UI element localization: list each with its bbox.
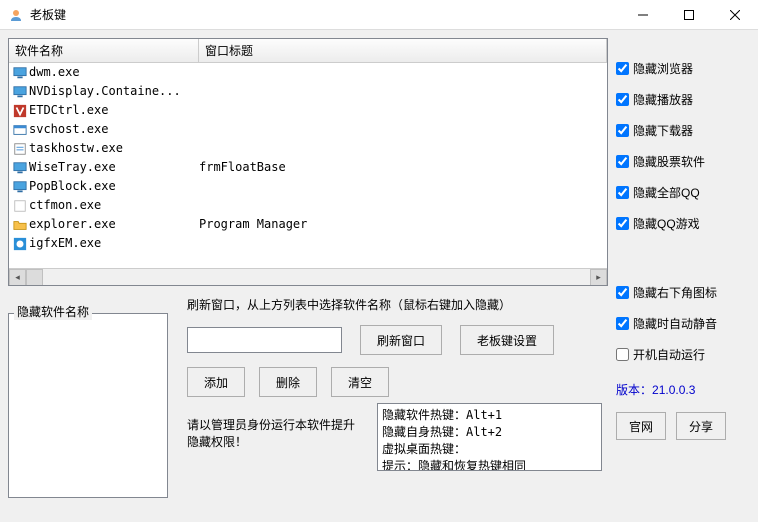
admin-note: 请以管理员身份运行本软件提升隐藏权限！ [187, 416, 357, 450]
chk-hide-all-qq[interactable]: 隐藏全部QQ [616, 184, 748, 201]
chk-hide-downloader[interactable]: 隐藏下载器 [616, 122, 748, 139]
process-name: taskhostw.exe [29, 139, 199, 158]
window-title-cell [199, 234, 607, 253]
process-name: svchost.exe [29, 120, 199, 139]
process-name: igfxEM.exe [29, 234, 199, 253]
process-icon [11, 215, 29, 234]
table-row[interactable]: taskhostw.exe [9, 139, 607, 158]
hidelist-label: 隐藏软件名称 [14, 303, 92, 320]
process-name: PopBlock.exe [29, 177, 199, 196]
process-table[interactable]: 软件名称 窗口标题 dwm.exeNVDisplay.Containe...ET… [8, 38, 608, 286]
process-name: explorer.exe [29, 215, 199, 234]
window-title-cell: Program Manager [199, 215, 607, 234]
add-button[interactable]: 添加 [187, 367, 245, 397]
process-name: WiseTray.exe [29, 158, 199, 177]
window-title-cell [199, 120, 607, 139]
chk-hide-qq-game[interactable]: 隐藏QQ游戏 [616, 215, 748, 232]
table-row[interactable]: PopBlock.exe [9, 177, 607, 196]
table-header: 软件名称 窗口标题 [9, 39, 607, 63]
process-icon [11, 82, 29, 101]
process-icon [11, 234, 29, 253]
chk-auto-mute[interactable]: 隐藏时自动静音 [616, 315, 748, 332]
minimize-button[interactable] [620, 0, 666, 30]
close-button[interactable] [712, 0, 758, 30]
process-icon [11, 63, 29, 82]
scroll-thumb[interactable] [26, 269, 43, 286]
table-row[interactable]: ETDCtrl.exe [9, 101, 607, 120]
col-name[interactable]: 软件名称 [9, 39, 199, 62]
window-title-cell [199, 101, 607, 120]
refresh-button[interactable]: 刷新窗口 [360, 325, 442, 355]
window-title: 老板键 [30, 6, 620, 23]
scroll-left-arrow[interactable]: ◂ [9, 269, 26, 286]
window-title-cell [199, 139, 607, 158]
titlebar: 老板键 [0, 0, 758, 30]
chk-hide-player[interactable]: 隐藏播放器 [616, 91, 748, 108]
software-name-input[interactable] [187, 327, 342, 353]
process-icon [11, 139, 29, 158]
share-button[interactable]: 分享 [676, 412, 726, 440]
process-name: ETDCtrl.exe [29, 101, 199, 120]
col-title[interactable]: 窗口标题 [199, 39, 607, 62]
table-row[interactable]: explorer.exeProgram Manager [9, 215, 607, 234]
chk-hide-browser[interactable]: 隐藏浏览器 [616, 60, 748, 77]
process-icon [11, 196, 29, 215]
clear-button[interactable]: 清空 [331, 367, 389, 397]
table-row[interactable]: NVDisplay.Containe... [9, 82, 607, 101]
horizontal-scrollbar[interactable]: ◂ ▸ [9, 268, 607, 285]
maximize-button[interactable] [666, 0, 712, 30]
window-title-cell [199, 82, 607, 101]
table-row[interactable]: WiseTray.exefrmFloatBase [9, 158, 607, 177]
chk-hide-tray[interactable]: 隐藏右下角图标 [616, 284, 748, 301]
website-button[interactable]: 官网 [616, 412, 666, 440]
chk-hide-stock[interactable]: 隐藏股票软件 [616, 153, 748, 170]
process-icon [11, 120, 29, 139]
window-title-cell: frmFloatBase [199, 158, 607, 177]
table-row[interactable]: svchost.exe [9, 120, 607, 139]
hint-text: 刷新窗口，从上方列表中选择软件名称（鼠标右键加入隐藏） [187, 296, 608, 313]
table-row[interactable]: ctfmon.exe [9, 196, 607, 215]
process-name: dwm.exe [29, 63, 199, 82]
delete-button[interactable]: 删除 [259, 367, 317, 397]
window-title-cell [199, 196, 607, 215]
hidden-software-list[interactable] [8, 313, 168, 498]
process-name: ctfmon.exe [29, 196, 199, 215]
chk-auto-start[interactable]: 开机自动运行 [616, 346, 748, 363]
scroll-right-arrow[interactable]: ▸ [590, 269, 607, 286]
window-title-cell [199, 63, 607, 82]
table-row[interactable]: igfxEM.exe [9, 234, 607, 253]
process-icon [11, 158, 29, 177]
app-icon [8, 7, 24, 23]
window-title-cell [199, 177, 607, 196]
process-name: NVDisplay.Containe... [29, 82, 199, 101]
version-text: 版本：21.0.0.3 [616, 381, 748, 398]
hotkey-info[interactable]: 隐藏软件热键：Alt+1 隐藏自身热键：Alt+2 虚拟桌面热键： 提示：隐藏和… [377, 403, 602, 471]
process-icon [11, 177, 29, 196]
table-row[interactable]: dwm.exe [9, 63, 607, 82]
process-icon [11, 101, 29, 120]
settings-button[interactable]: 老板键设置 [460, 325, 554, 355]
